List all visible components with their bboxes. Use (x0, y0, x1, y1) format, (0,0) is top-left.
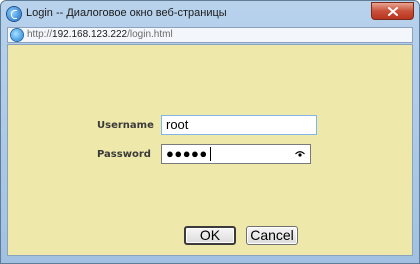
password-input[interactable]: ●●●●● (161, 144, 311, 164)
password-label: Password (97, 149, 151, 160)
ok-button[interactable]: OK (184, 226, 236, 245)
url-host: 192.168.123.222 (52, 29, 128, 40)
close-x-icon (387, 6, 398, 16)
address-url: http://192.168.123.222/login.html (27, 29, 173, 40)
ie-page-icon (11, 29, 23, 41)
url-path: /login.html (127, 29, 173, 40)
text-caret (210, 147, 211, 161)
username-input[interactable]: root (161, 115, 317, 135)
ie-icon (7, 7, 21, 21)
title-bar[interactable]: Login -- Диалоговое окно веб-страницы (1, 1, 419, 27)
password-mask: ●●●●● (166, 146, 208, 161)
login-form: Username root Password ●●●●● OK Cancel (7, 44, 413, 256)
address-bar: http://192.168.123.222/login.html (7, 27, 413, 43)
window-bottom-frame (1, 257, 419, 263)
username-label: Username (97, 120, 154, 131)
window-title: Login -- Диалоговое окно веб-страницы (26, 7, 227, 19)
cancel-button[interactable]: Cancel (246, 226, 298, 245)
dialog-window: Login -- Диалоговое окно веб-страницы ht… (0, 0, 420, 264)
url-prefix: http:// (27, 29, 53, 40)
close-button[interactable] (371, 2, 414, 20)
eye-icon[interactable] (295, 151, 305, 157)
